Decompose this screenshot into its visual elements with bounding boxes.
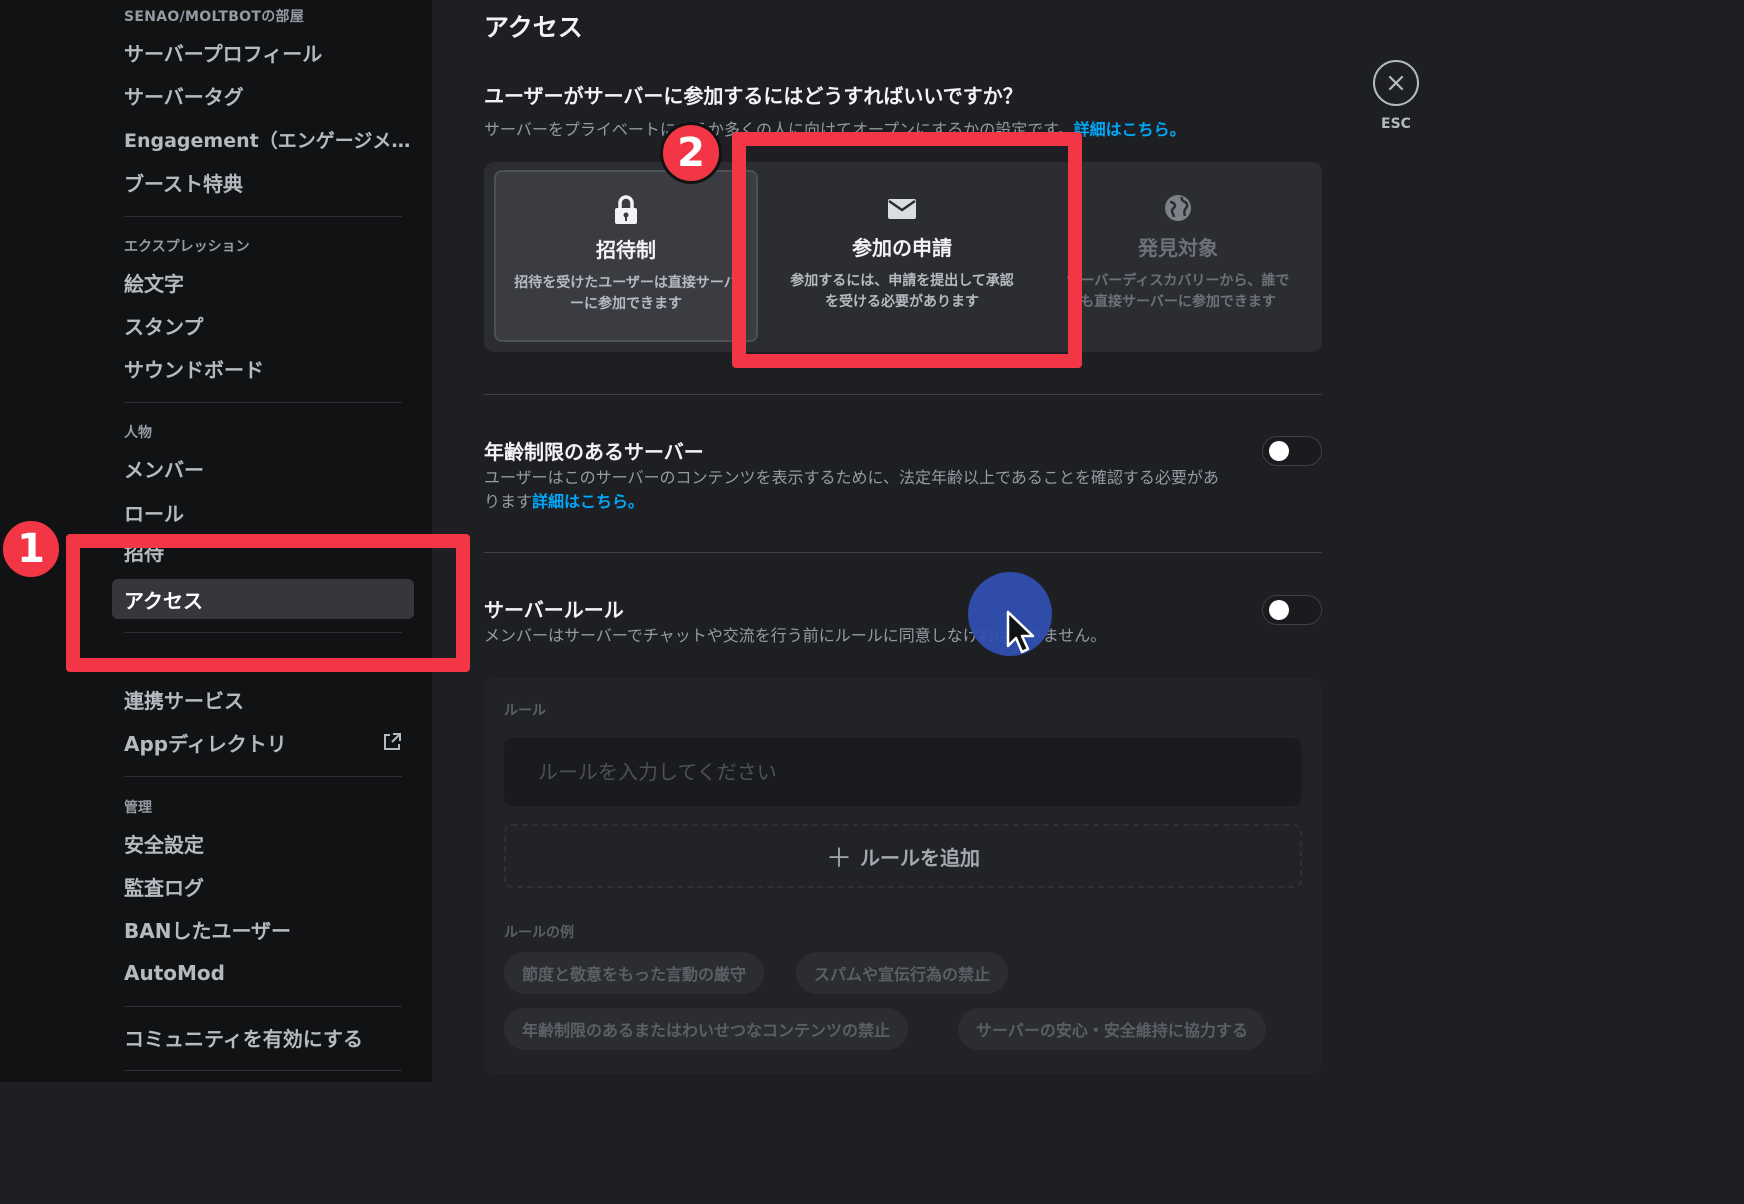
sidebar-item-label: Appディレクトリ (124, 731, 287, 756)
server-rules-title: サーバールール (484, 598, 624, 622)
option-description: サーバーディスカバリーから、誰でも直接サーバーに参加できます (1066, 273, 1290, 310)
sidebar-divider (124, 1070, 402, 1071)
rule-examples-label: ルールの例 (504, 925, 574, 941)
sidebar-item-server-profile[interactable]: サーバープロフィール (112, 32, 414, 72)
section-header-expression: エクスプレッション (124, 239, 250, 255)
rule-input[interactable] (504, 738, 1302, 806)
sidebar-item-server-tag[interactable]: サーバータグ (112, 75, 414, 115)
sidebar-item-bans[interactable]: BANしたユーザー (112, 909, 414, 949)
annotation-box-1 (66, 534, 470, 672)
rule-example-chip[interactable]: 節度と敬意をもった言動の厳守 (504, 952, 765, 994)
rule-example-chip[interactable]: サーバーの安心・安全維持に協力する (958, 1008, 1266, 1050)
close-settings[interactable]: ESC (1372, 60, 1420, 132)
section-divider (484, 552, 1322, 553)
sidebar-divider (124, 1006, 402, 1007)
annotation-box-2 (732, 132, 1082, 368)
sidebar-item-emoji[interactable]: 絵文字 (112, 262, 414, 302)
lock-icon (615, 195, 637, 224)
age-restricted-title: 年齢制限のあるサーバー (484, 440, 704, 464)
add-rule-button[interactable]: ＋ ルールを追加 (504, 824, 1302, 888)
age-restricted-description: ユーザーはこのサーバーのコンテンツを表示するために、法定年齢以上であることを確認… (484, 466, 1224, 514)
sidebar-item-enable-community[interactable]: コミュニティを有効にする (112, 1017, 414, 1057)
sidebar-item-roles[interactable]: ロール (112, 492, 414, 532)
server-name-header: SENAO/MOLTBOTの部屋 (124, 9, 305, 25)
plus-icon: ＋ (825, 843, 852, 874)
toggle-knob (1269, 441, 1289, 461)
annotation-number-2: 2 (660, 122, 722, 184)
sidebar-item-boost-perks[interactable]: ブースト特典 (112, 162, 414, 202)
sidebar-item-audit-log[interactable]: 監査ログ (112, 866, 414, 906)
section-header-people: 人物 (124, 425, 152, 441)
rules-panel: ルール ＋ ルールを追加 ルールの例 節度と敬意をもった言動の厳守 スパムや宣伝… (484, 678, 1322, 1074)
learn-more-link[interactable]: 詳細はこちら。 (532, 492, 644, 511)
esc-label: ESC (1381, 116, 1411, 132)
option-description: 招待を受けたユーザーは直接サーバーに参加できます (514, 275, 738, 312)
rule-example-chip[interactable]: 年齢制限のあるまたはわいせつなコンテンツの禁止 (504, 1008, 909, 1050)
close-icon (1388, 75, 1404, 91)
sidebar-divider (124, 776, 402, 777)
age-restricted-toggle[interactable] (1262, 436, 1322, 466)
sidebar-divider (124, 402, 402, 403)
toggle-knob (1269, 600, 1289, 620)
rules-label: ルール (504, 703, 546, 719)
section-divider (484, 394, 1322, 395)
option-title: 招待制 (596, 238, 656, 262)
section-header-moderation: 管理 (124, 800, 152, 816)
close-button[interactable] (1373, 60, 1419, 106)
rule-example-chip[interactable]: スパムや宣伝行為の禁止 (796, 952, 1009, 994)
page-title: アクセス (484, 13, 583, 42)
option-discoverable[interactable]: 発見対象 サーバーディスカバリーから、誰でも直接サーバーに参加できます (1046, 170, 1310, 342)
mouse-cursor-icon (1006, 610, 1035, 654)
globe-icon (1165, 195, 1191, 221)
add-rule-label: ルールを追加 (860, 845, 980, 870)
sidebar-item-members[interactable]: メンバー (112, 448, 414, 488)
option-invite-only[interactable]: 招待制 招待を受けたユーザーは直接サーバーに参加できます (494, 170, 758, 342)
sidebar-item-engagement[interactable]: Engagement（エンゲージメ… (112, 119, 414, 159)
learn-more-link[interactable]: 詳細はこちら。 (1074, 120, 1186, 139)
annotation-number-1: 1 (0, 518, 62, 580)
sidebar-item-soundboard[interactable]: サウンドボード (112, 348, 414, 388)
sidebar-item-automod[interactable]: AutoMod (112, 953, 414, 993)
option-title: 発見対象 (1138, 236, 1218, 260)
sidebar-item-integrations[interactable]: 連携サービス (112, 679, 414, 719)
join-method-question: ユーザーがサーバーに参加するにはどうすればいいですか？ (484, 84, 1023, 108)
server-rules-description: メンバーはサーバーでチャットや交流を行う前にルールに同意しなければなりません。 (484, 626, 1107, 645)
sidebar-item-stickers[interactable]: スタンプ (112, 305, 414, 345)
server-rules-toggle[interactable] (1262, 595, 1322, 625)
sidebar-item-app-directory[interactable]: Appディレクトリ (112, 722, 414, 762)
sidebar-divider (124, 216, 402, 217)
sidebar-item-safety[interactable]: 安全設定 (112, 823, 414, 863)
external-link-icon (382, 732, 402, 757)
